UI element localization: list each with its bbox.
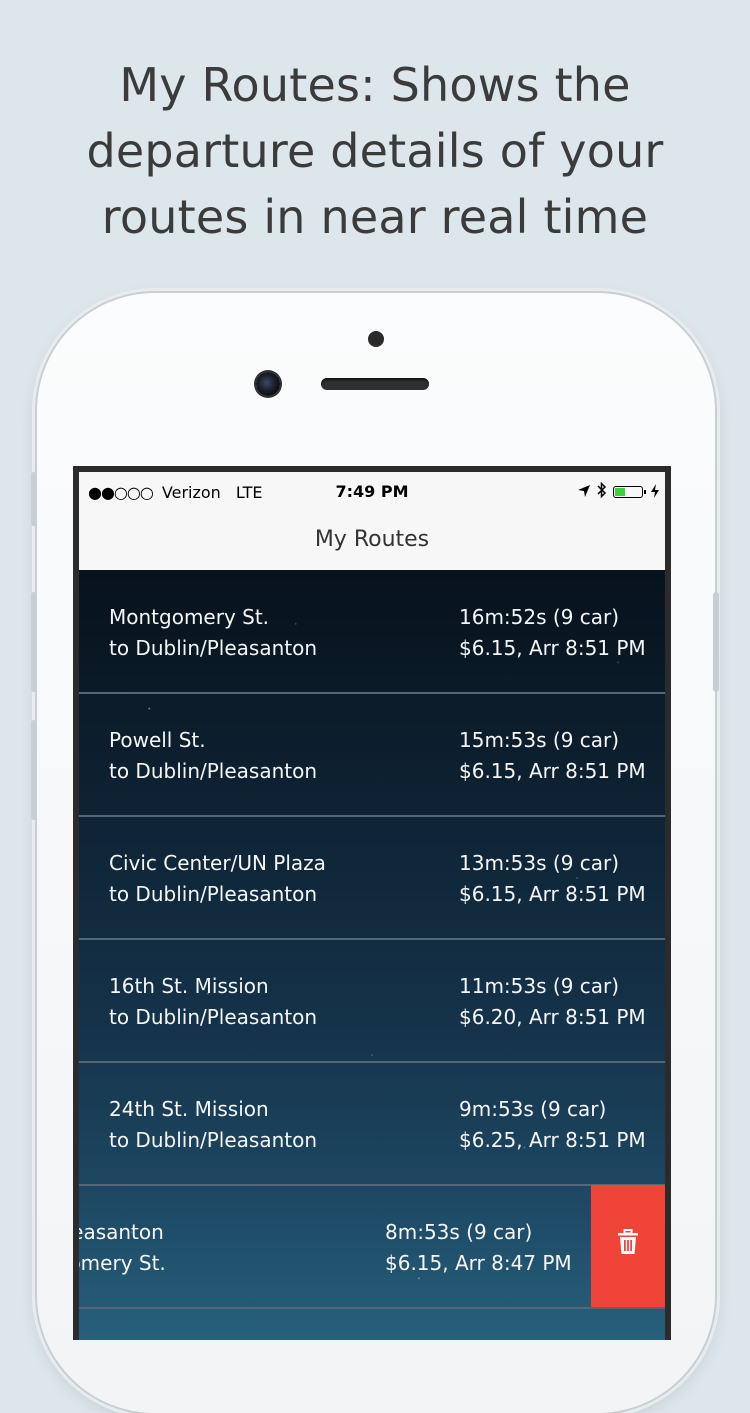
route-row-partial[interactable] [79, 1308, 665, 1340]
route-stations: Civic Center/UN Plaza to Dublin/Pleasant… [109, 848, 326, 910]
status-icons [577, 481, 659, 502]
route-destination: to Dublin/Pleasanton [109, 1128, 318, 1152]
route-destination: to Dublin/Pleasanton [109, 636, 318, 660]
route-stations: 24th St. Mission to Dublin/Pleasanton [109, 1094, 317, 1156]
headline-line-1: My Routes: Shows the [119, 58, 631, 112]
battery-icon [613, 486, 646, 498]
route-fare: $6.25, Arr 8:51 PM [459, 1128, 646, 1152]
battery-fill [615, 488, 625, 496]
route-row[interactable]: Montgomery St. to Dublin/Pleasanton 16m:… [79, 570, 665, 694]
headline-line-3: routes in near real time [101, 190, 649, 244]
route-destination: to Dublin/Pleasanton [109, 759, 318, 783]
delete-route-button[interactable] [591, 1185, 665, 1307]
route-row[interactable]: 16th St. Mission to Dublin/Pleasanton 11… [79, 939, 665, 1063]
route-eta: 13m:53s (9 car) [459, 851, 620, 875]
mute-switch [31, 472, 37, 526]
phone-screen: ●●○○○ Verizon LTE 7:49 PM My Routes Mont… [73, 466, 671, 1340]
trash-icon [616, 1228, 640, 1264]
route-stations: Powell St. to Dublin/Pleasanton [109, 725, 317, 787]
route-eta: 8m:53s (9 car) [385, 1220, 533, 1244]
route-origin: Powell St. [109, 728, 206, 752]
route-departure: 8m:53s (9 car) $6.15, Arr 8:47 PM [385, 1217, 572, 1279]
charging-bolt-icon [651, 483, 659, 502]
headline: My Routes: Shows the departure details o… [0, 52, 750, 250]
power-button [713, 592, 719, 692]
route-fare: $6.15, Arr 8:51 PM [459, 636, 646, 660]
volume-down-button [31, 720, 37, 820]
route-fare: $6.15, Arr 8:51 PM [459, 882, 646, 906]
route-fare: $6.15, Arr 8:51 PM [459, 759, 646, 783]
routes-list[interactable]: Montgomery St. to Dublin/Pleasanton 16m:… [79, 570, 665, 1340]
headline-line-2: departure details of your [86, 124, 664, 178]
route-origin: 24th St. Mission [109, 1097, 269, 1121]
nav-bar: My Routes [79, 512, 665, 571]
route-departure: 11m:53s (9 car) $6.20, Arr 8:51 PM [459, 971, 646, 1033]
bluetooth-icon [597, 481, 607, 502]
route-eta: 11m:53s (9 car) [459, 974, 620, 998]
route-fare: $6.20, Arr 8:51 PM [459, 1005, 646, 1029]
route-row[interactable]: 24th St. Mission to Dublin/Pleasanton 9m… [79, 1062, 665, 1186]
route-origin: Montgomery St. [109, 605, 270, 629]
proximity-sensor [368, 331, 384, 347]
nav-title: My Routes [314, 527, 430, 552]
route-destination: ontgomery St. [79, 1251, 166, 1275]
route-row[interactable]: Powell St. to Dublin/Pleasanton 15m:53s … [79, 693, 665, 817]
route-origin: lin/Pleasanton [79, 1220, 164, 1244]
route-eta: 9m:53s (9 car) [459, 1097, 607, 1121]
route-departure: 16m:52s (9 car) $6.15, Arr 8:51 PM [459, 602, 646, 664]
front-camera [256, 372, 280, 396]
location-arrow-icon [577, 483, 591, 502]
route-departure: 15m:53s (9 car) $6.15, Arr 8:51 PM [459, 725, 646, 787]
route-eta: 16m:52s (9 car) [459, 605, 620, 629]
earpiece-speaker [321, 378, 429, 390]
route-destination: to Dublin/Pleasanton [109, 882, 318, 906]
route-origin: Civic Center/UN Plaza [109, 851, 326, 875]
route-origin: 16th St. Mission [109, 974, 269, 998]
route-departure: 9m:53s (9 car) $6.25, Arr 8:51 PM [459, 1094, 646, 1156]
route-stations: 16th St. Mission to Dublin/Pleasanton [109, 971, 317, 1033]
status-bar: ●●○○○ Verizon LTE 7:49 PM [79, 472, 665, 512]
route-stations: lin/Pleasanton ontgomery St. [79, 1217, 166, 1279]
volume-up-button [31, 592, 37, 692]
route-departure: 13m:53s (9 car) $6.15, Arr 8:51 PM [459, 848, 646, 910]
route-eta: 15m:53s (9 car) [459, 728, 620, 752]
route-fare: $6.15, Arr 8:47 PM [385, 1251, 572, 1275]
route-stations: Montgomery St. to Dublin/Pleasanton [109, 602, 317, 664]
route-row-swiped[interactable]: lin/Pleasanton ontgomery St. 8m:53s (9 c… [79, 1185, 665, 1309]
route-row[interactable]: Civic Center/UN Plaza to Dublin/Pleasant… [79, 816, 665, 940]
route-destination: to Dublin/Pleasanton [109, 1005, 318, 1029]
